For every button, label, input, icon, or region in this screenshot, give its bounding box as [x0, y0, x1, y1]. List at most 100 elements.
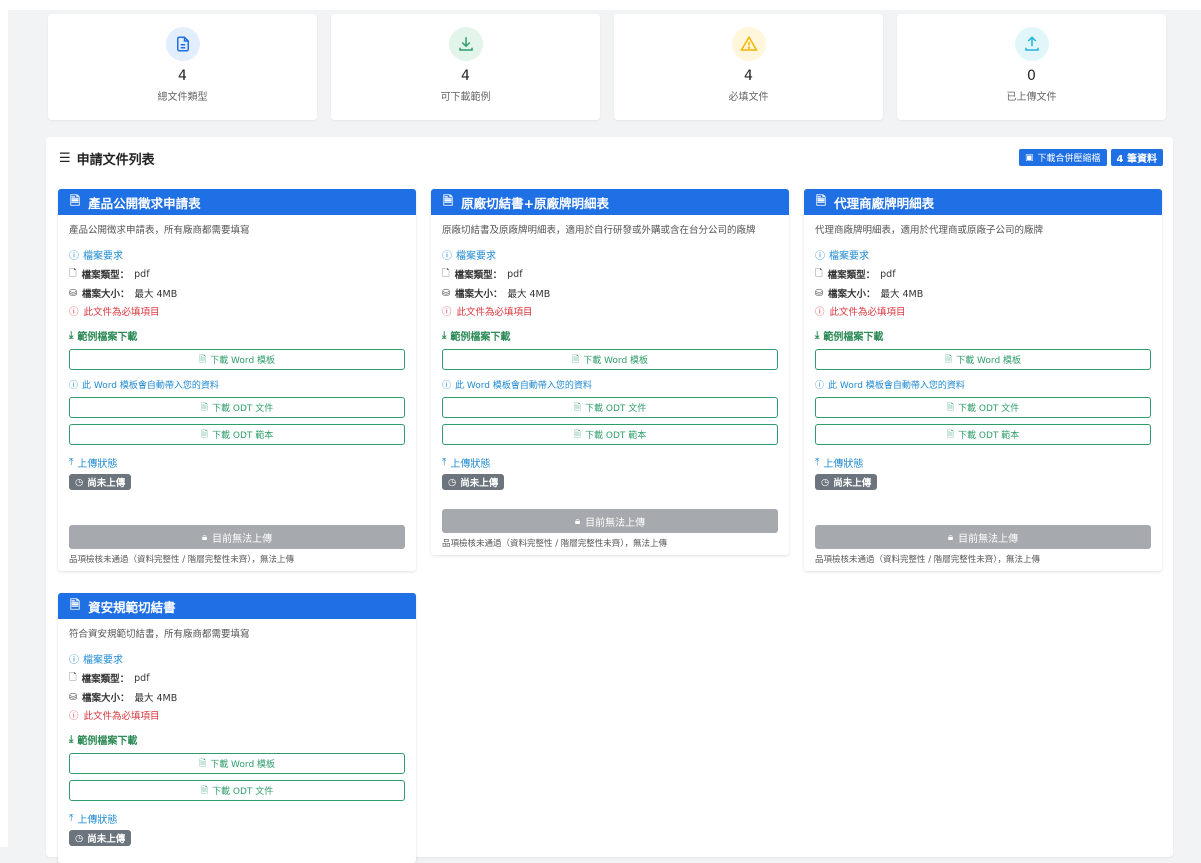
download-odt-doc-label: 下載 ODT 文件 — [585, 404, 647, 414]
status-badge-text: 尚未上傳 — [460, 478, 499, 489]
file-icon: 🗎 — [70, 192, 81, 208]
required-notice: ⓘ 此文件為必填項目 — [69, 708, 405, 722]
file-icon: 🗎 — [946, 429, 954, 440]
download-zip-button[interactable]: ▣ 下載合併壓縮檔 — [1019, 149, 1107, 166]
download-odt-doc-button[interactable]: 🗎 下載 ODT 文件 — [442, 397, 778, 418]
requirements-heading: ⓘ 檔案要求 — [69, 651, 405, 666]
file-size-label: 檔案大小： — [81, 693, 130, 704]
warning-icon — [731, 27, 766, 61]
requirements-heading-text: 檔案要求 — [456, 251, 496, 262]
download-word-button[interactable]: 🗎 下載 Word 模板 — [69, 753, 405, 774]
download-odt-sample-label: 下載 ODT 範本 — [585, 431, 647, 441]
word-hint-text: 此 Word 模板會自動帶入您的資料 — [828, 381, 965, 391]
upload-disabled-label: 目前無法上傳 — [212, 533, 273, 545]
requirements-heading-text: 檔案要求 — [83, 655, 123, 666]
status-badge: ◷ 尚未上傳 — [442, 474, 505, 490]
word-hint-text: 此 Word 模板會自動帶入您的資料 — [82, 381, 219, 391]
file-size-value: 最大 4MB — [880, 289, 924, 300]
download-word-button[interactable]: 🗎 下載 Word 模板 — [442, 349, 778, 370]
file-size-line: ⛁ 檔案大小： 最大 4MB — [442, 286, 778, 301]
file-type-line: 🗋 檔案類型： pdf — [815, 266, 1151, 282]
upload-disabled-label: 目前無法上傳 — [585, 517, 646, 529]
info-icon: ⓘ — [815, 251, 825, 262]
upload-icon: ⤒ — [442, 457, 447, 468]
file-icon: 🗎 — [200, 402, 208, 413]
file-size-label: 檔案大小： — [81, 289, 130, 300]
download-odt-sample-button[interactable]: 🗎 下載 ODT 範本 — [69, 424, 405, 445]
required-notice-text: 此文件為必填項目 — [83, 711, 160, 722]
card-description: 原廠切結書及原廠牌明細表，適用於自行研發或外購或含在台分公司的廠牌 — [442, 225, 756, 236]
stat-value: 4 — [178, 68, 187, 84]
count-badge: 4 筆資料 — [1110, 149, 1163, 166]
upload-status-heading: ⤒ 上傳狀態 — [69, 455, 405, 470]
document-card: 🗎 代理商廠牌明細表 代理商廠牌明細表，適用於代理商或原廠子公司的廠牌 ⓘ 檔案要… — [804, 189, 1162, 571]
word-hint: ⓘ 此 Word 模板會自動帶入您的資料 — [815, 378, 1151, 391]
stats-row: 4 總文件類型 4 可下載範例 4 必填文件 0 已上傳文件 — [48, 14, 1166, 120]
stat-total-types: 4 總文件類型 — [48, 14, 317, 120]
download-word-button[interactable]: 🗎 下載 Word 模板 — [815, 349, 1151, 370]
drive-icon: ⛁ — [442, 287, 450, 299]
upload-disabled-button[interactable]: 🔒︎ 目前無法上傳 — [69, 525, 405, 549]
requirements-heading: ⓘ 檔案要求 — [442, 247, 778, 262]
status-badge: ◷ 尚未上傳 — [69, 474, 132, 490]
requirements-heading: ⓘ 檔案要求 — [815, 247, 1151, 262]
clock-icon: ◷ — [75, 476, 84, 488]
file-icon: 🗎 — [443, 192, 454, 208]
document-card: 🗎 產品公開徵求申請表 產品公開徵求申請表，所有廠商都需要填寫 ⓘ 檔案要求 🗋 檔… — [58, 189, 416, 571]
file-icon: 🗎 — [70, 596, 81, 612]
file-icon: 🗋 — [442, 268, 450, 279]
upload-disabled-button[interactable]: 🔒︎ 目前無法上傳 — [442, 509, 778, 533]
file-size-value: 最大 4MB — [134, 289, 178, 300]
download-icon: ⤓ — [442, 330, 447, 341]
alert-icon: ⓘ — [69, 711, 79, 722]
clock-icon: ◷ — [448, 476, 457, 488]
download-odt-doc-button[interactable]: 🗎 下載 ODT 文件 — [69, 780, 405, 801]
word-hint-text: 此 Word 模板會自動帶入您的資料 — [455, 381, 592, 391]
download-odt-sample-label: 下載 ODT 範本 — [958, 431, 1020, 441]
card-header: 🗎 代理商廠牌明細表 — [804, 189, 1162, 215]
download-odt-doc-button[interactable]: 🗎 下載 ODT 文件 — [69, 397, 405, 418]
file-word-icon: 🗎 — [571, 354, 580, 365]
download-word-button[interactable]: 🗎 下載 Word 模板 — [69, 349, 405, 370]
upload-status-heading: ⤒ 上傳狀態 — [442, 455, 778, 470]
file-size-line: ⛁ 檔案大小： 最大 4MB — [69, 690, 405, 705]
file-archive-icon: ▣ — [1025, 152, 1034, 163]
upload-status-heading: ⤒ 上傳狀態 — [69, 811, 405, 826]
card-title: 代理商廠牌明細表 — [834, 195, 935, 211]
file-size-line: ⛁ 檔案大小： 最大 4MB — [69, 286, 405, 301]
status-badge: ◷ 尚未上傳 — [815, 474, 878, 490]
file-icon: 🗋 — [815, 268, 823, 279]
samples-heading: ⤓ 範例檔案下載 — [69, 328, 405, 343]
file-type-line: 🗋 檔案類型： pdf — [69, 670, 405, 686]
upload-icon: ⤒ — [815, 457, 820, 468]
alert-icon: ⓘ — [442, 307, 452, 318]
download-icon: ⤓ — [69, 734, 74, 745]
file-type-value: pdf — [134, 268, 150, 280]
file-size-value: 最大 4MB — [134, 693, 178, 704]
file-icon: 🗋 — [69, 672, 77, 683]
stat-downloadable: 4 可下載範例 — [331, 14, 600, 120]
info-icon: ⓘ — [442, 251, 452, 262]
upload-icon: ⤒ — [69, 457, 74, 468]
stat-value: 4 — [461, 68, 470, 84]
file-text-icon — [165, 27, 200, 61]
required-notice: ⓘ 此文件為必填項目 — [442, 304, 778, 318]
download-icon: ⤓ — [69, 330, 74, 341]
info-icon: ⓘ — [69, 251, 79, 262]
status-badge-text: 尚未上傳 — [87, 834, 126, 845]
list-icon: ☰ — [59, 151, 71, 166]
download-odt-doc-button[interactable]: 🗎 下載 ODT 文件 — [815, 397, 1151, 418]
document-card: 🗎 資安規範切結書 符合資安規範切結書，所有廠商都需要填寫 ⓘ 檔案要求 🗋 檔案類… — [58, 593, 416, 863]
download-odt-sample-button[interactable]: 🗎 下載 ODT 範本 — [815, 424, 1151, 445]
download-odt-sample-button[interactable]: 🗎 下載 ODT 範本 — [442, 424, 778, 445]
file-icon: 🗎 — [946, 402, 954, 413]
stat-label: 可下載範例 — [440, 92, 491, 103]
upload-disabled-button[interactable]: 🔒︎ 目前無法上傳 — [815, 525, 1151, 549]
file-size-label: 檔案大小： — [827, 289, 876, 300]
stat-required: 4 必填文件 — [614, 14, 883, 120]
download-word-label: 下載 Word 模板 — [956, 356, 1022, 366]
required-notice-text: 此文件為必填項目 — [456, 307, 533, 318]
samples-heading: ⤓ 範例檔案下載 — [69, 732, 405, 747]
stat-label: 已上傳文件 — [1006, 92, 1057, 103]
upload-status-heading-text: 上傳狀態 — [450, 459, 491, 470]
